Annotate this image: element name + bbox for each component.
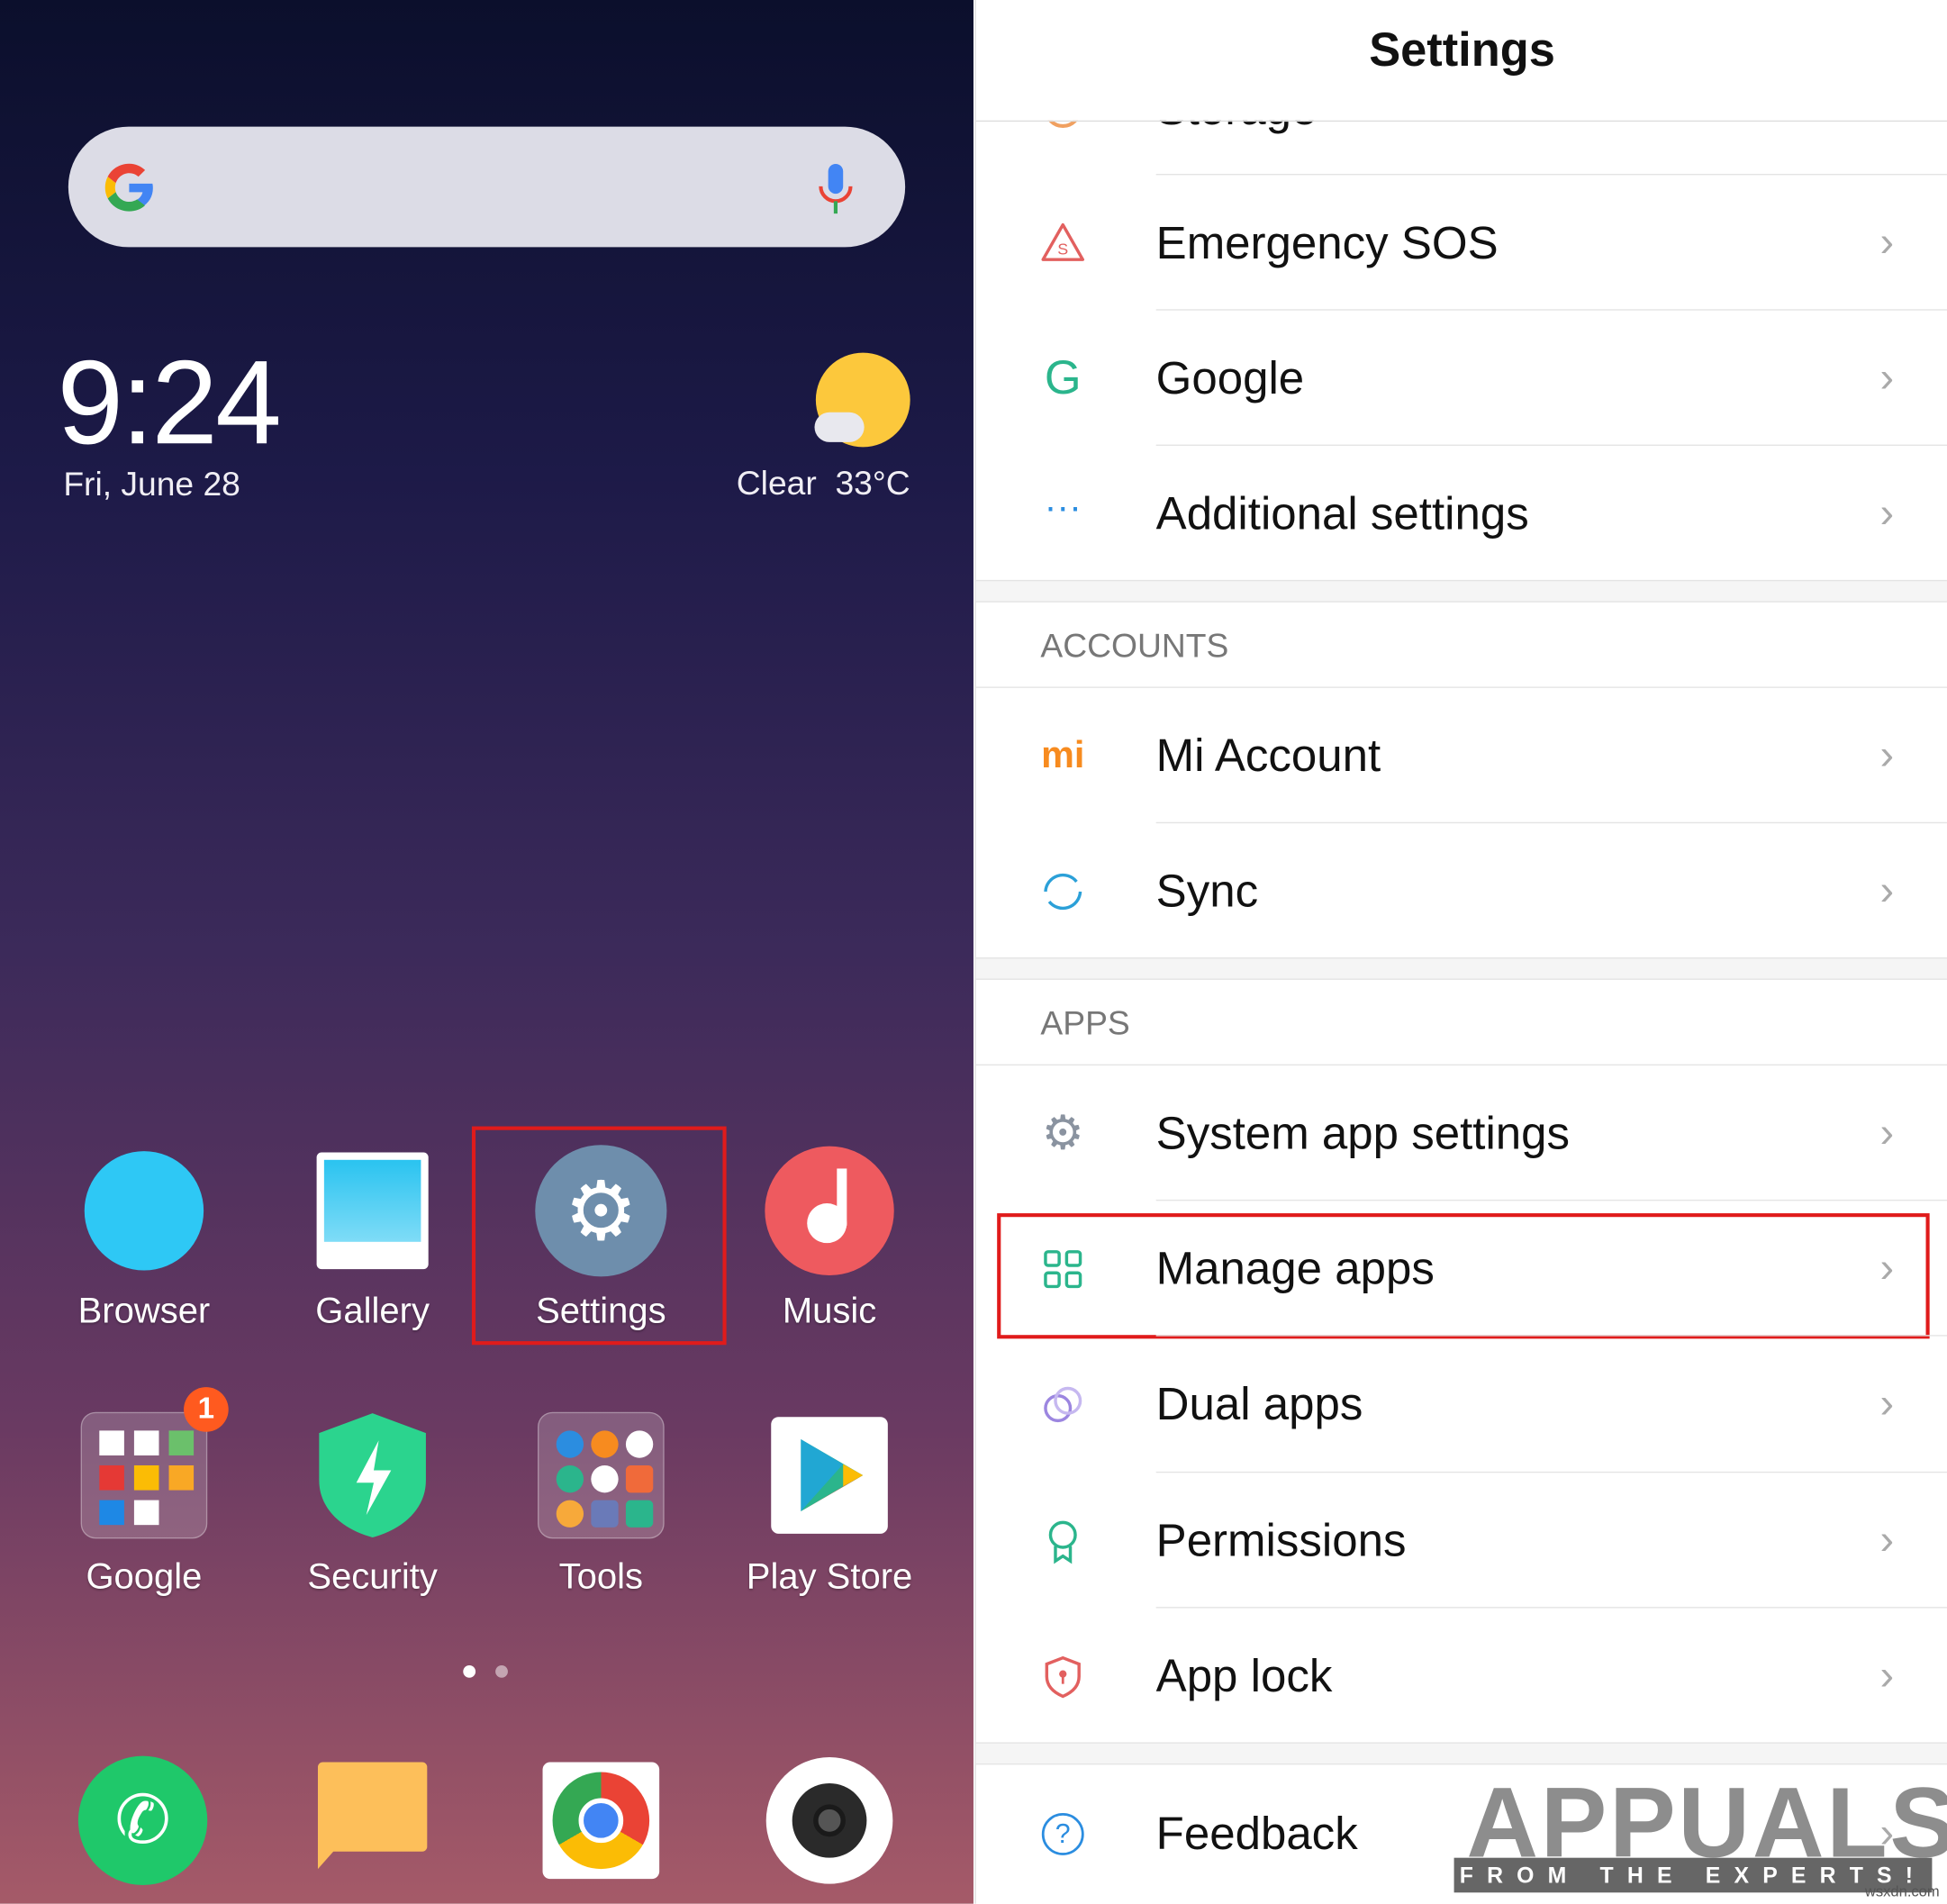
shield-lock-icon (1045, 1655, 1081, 1698)
settings-item-system-app-settings[interactable]: ⚙ System app settings › (976, 1065, 1947, 1201)
weather-cloud-icon (814, 412, 865, 442)
section-gap (975, 957, 1947, 980)
google-g-icon (104, 163, 153, 212)
page-title: Settings (1369, 24, 1555, 77)
app-label: Music (782, 1291, 877, 1332)
app-label: Google (86, 1557, 203, 1598)
settings-highlight-box (471, 1126, 727, 1346)
chevron-right-icon: › (1879, 1651, 1895, 1700)
browser-icon (84, 1151, 204, 1271)
date-text: Fri, June 28 (63, 466, 240, 503)
item-label: System app settings (1155, 1107, 1571, 1158)
app-label: Security (307, 1557, 438, 1598)
notification-badge: 1 (184, 1387, 229, 1432)
dual-circles-icon (1044, 1386, 1082, 1422)
chevron-right-icon: › (1879, 353, 1895, 402)
chevron-right-icon: › (1879, 866, 1895, 914)
svg-text:S: S (1057, 240, 1068, 258)
item-label: Google (1155, 351, 1305, 403)
chevron-right-icon: › (1879, 1516, 1895, 1564)
appuals-watermark-logo: APPUALS FROM THE EXPERTS! (1453, 1763, 1947, 1900)
header-divider (975, 120, 1947, 122)
gallery-icon (316, 1152, 429, 1270)
item-label: Feedback (1155, 1807, 1358, 1859)
item-label: Dual apps (1155, 1377, 1363, 1429)
google-icon: G (1044, 351, 1082, 404)
item-label: Storage (1155, 83, 1318, 134)
settings-item-mi-account[interactable]: mi Mi Account › (976, 688, 1947, 823)
item-label: Sync (1155, 865, 1259, 916)
sos-icon: S (1041, 222, 1085, 261)
watermark-tagline: FROM THE EXPERTS! (1453, 1857, 1933, 1893)
weather-text[interactable]: Clear 33°C (662, 465, 910, 503)
chrome-icon[interactable] (542, 1762, 660, 1880)
page-dot-active[interactable] (463, 1664, 476, 1678)
item-label: Permissions (1155, 1514, 1407, 1565)
play-store-icon (771, 1417, 888, 1534)
chevron-right-icon: › (1879, 489, 1895, 537)
music-icon (765, 1146, 894, 1276)
home-screen: 9:24 Fri, June 28 Clear 33°C Browser Gal… (0, 0, 973, 1904)
gear-icon: ⚙ (1041, 1107, 1084, 1160)
section-gap (975, 579, 1947, 603)
google-folder-icon (80, 1411, 208, 1539)
chevron-right-icon: › (1879, 731, 1895, 779)
app-label: Browser (77, 1291, 211, 1332)
help-icon: ? (1041, 1812, 1084, 1855)
microphone-icon[interactable] (813, 161, 858, 216)
page-dot[interactable] (495, 1664, 508, 1678)
section-header-apps: APPS (1040, 1004, 1130, 1042)
settings-item-dual-apps[interactable]: Dual apps › (976, 1337, 1947, 1472)
weather-condition: Clear (736, 464, 817, 503)
messages-icon[interactable] (317, 1762, 428, 1870)
item-label: Emergency SOS (1155, 216, 1499, 268)
app-label: Gallery (315, 1291, 430, 1332)
security-shield-icon (319, 1413, 426, 1537)
chevron-right-icon: › (1879, 1109, 1895, 1156)
section-header-accounts: ACCOUNTS (1040, 627, 1229, 665)
tools-folder-icon (538, 1411, 665, 1539)
item-label: Additional settings (1155, 487, 1529, 539)
sync-icon (1044, 873, 1082, 910)
app-label: Play Store (746, 1557, 913, 1598)
mi-icon: mi (1041, 734, 1085, 776)
item-label: App lock (1155, 1649, 1333, 1701)
camera-icon[interactable] (765, 1757, 893, 1884)
phone-icon[interactable]: ✆ (77, 1755, 208, 1886)
chevron-right-icon: › (1879, 218, 1895, 267)
settings-item-app-lock[interactable]: App lock › (976, 1609, 1947, 1744)
item-label: Mi Account (1155, 730, 1381, 781)
storage-icon (1044, 120, 1082, 129)
temperature: 33°C (835, 464, 910, 503)
settings-item-emergency-sos[interactable]: S Emergency SOS › (976, 175, 1947, 310)
settings-screen: Settings Storage S Emergency SOS › G Goog… (974, 0, 1947, 1904)
settings-item-google[interactable]: G Google › (976, 311, 1947, 446)
chevron-right-icon: › (1879, 1379, 1895, 1428)
settings-item-additional-settings[interactable]: ··· Additional settings › (976, 446, 1947, 581)
google-search-bar[interactable] (68, 126, 906, 248)
app-label: Tools (558, 1557, 644, 1598)
settings-item-permissions[interactable]: Permissions › (976, 1473, 1947, 1608)
more-dots-icon: ··· (1044, 485, 1082, 528)
site-watermark: wsxdn.com (1864, 1882, 1940, 1900)
section-gap (975, 1742, 1947, 1765)
manage-apps-highlight-box (997, 1213, 1930, 1339)
ribbon-icon (1048, 1519, 1077, 1564)
clock-time[interactable]: 9:24 (57, 335, 281, 472)
settings-item-sync[interactable]: Sync › (976, 823, 1947, 958)
